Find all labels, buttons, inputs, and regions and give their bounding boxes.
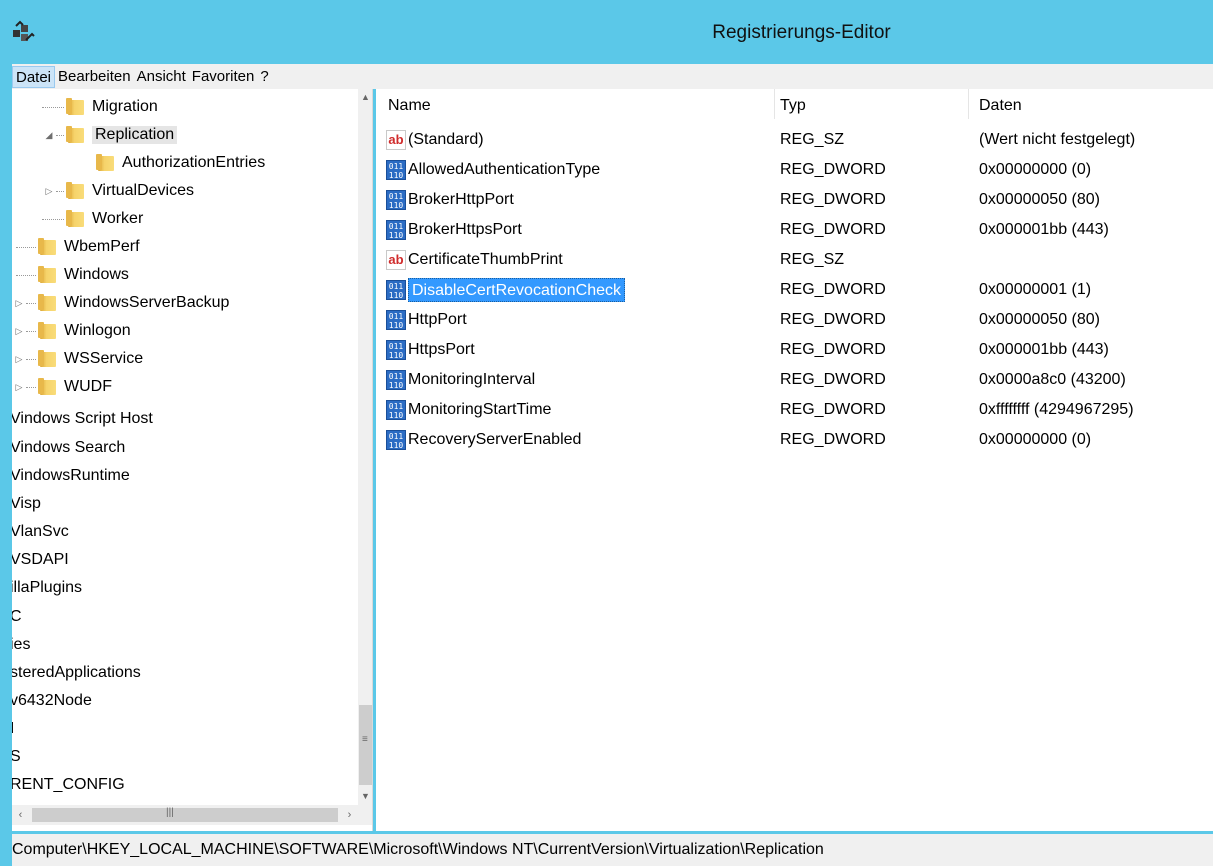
- scroll-thumb[interactable]: [32, 808, 338, 822]
- tree-item-system[interactable]: I: [12, 715, 14, 743]
- tree-horizontal-scrollbar[interactable]: ‹ ||| ›: [12, 805, 358, 825]
- scroll-up-icon[interactable]: ▲: [358, 89, 372, 106]
- binary-value-icon: 011 110: [386, 430, 406, 450]
- tree-item-replication[interactable]: ◢ Replication: [42, 121, 178, 149]
- binary-value-icon: 011 110: [386, 190, 406, 210]
- menu-bar: Datei Bearbeiten Ansicht Favoriten ?: [12, 64, 1213, 89]
- column-header-data[interactable]: Daten: [979, 95, 1022, 117]
- tree-item-authorizationentries[interactable]: AuthorizationEntries: [96, 149, 265, 177]
- tree-item-mozillaplugins[interactable]: illaPlugins: [12, 574, 82, 602]
- tree-item-windows[interactable]: Windows: [16, 261, 129, 289]
- folder-icon: [66, 182, 86, 200]
- string-value-icon: ab: [386, 250, 406, 270]
- menu-bearbeiten[interactable]: Bearbeiten: [55, 66, 134, 88]
- value-row[interactable]: 011 110 MonitoringStartTime REG_DWORD 0xff…: [386, 396, 1206, 424]
- tree-item-wudf[interactable]: ▷ WUDF: [12, 373, 112, 401]
- expand-icon[interactable]: ▷: [12, 382, 26, 393]
- grip-icon: ≡: [362, 734, 368, 745]
- binary-value-icon: 011 110: [386, 400, 406, 420]
- tree-item-windows-script-host[interactable]: Vindows Script Host: [12, 405, 153, 433]
- tree-item-users[interactable]: S: [12, 743, 21, 771]
- tree-item-current-config[interactable]: RENT_CONFIG: [12, 771, 125, 799]
- tree-item-wlansvc[interactable]: VlanSvc: [12, 518, 69, 546]
- value-row[interactable]: 011 110 MonitoringInterval REG_DWORD 0x000…: [386, 366, 1206, 394]
- value-row[interactable]: 011 110 BrokerHttpPort REG_DWORD 0x0000005…: [386, 186, 1206, 214]
- tree-item-wbemperf[interactable]: WbemPerf: [16, 233, 140, 261]
- tree-vertical-scrollbar[interactable]: ▲ ≡ ▼: [358, 89, 372, 805]
- string-value-icon: ab: [386, 130, 406, 150]
- tree-item-wsdapi[interactable]: VSDAPI: [12, 546, 69, 574]
- binary-value-icon: 011 110: [386, 340, 406, 360]
- column-divider[interactable]: [774, 89, 775, 119]
- expand-icon[interactable]: ▷: [12, 326, 26, 337]
- scroll-left-icon[interactable]: ‹: [12, 805, 29, 825]
- window-title: Registrierungs-Editor: [712, 22, 891, 43]
- folder-icon: [66, 210, 86, 228]
- tree-item-odbc[interactable]: C: [12, 603, 22, 631]
- tree-item-winlogon[interactable]: ▷ Winlogon: [12, 317, 131, 345]
- folder-icon: [38, 322, 58, 340]
- value-row[interactable]: 011 110 HttpsPort REG_DWORD 0x000001bb (44…: [386, 336, 1206, 364]
- folder-icon: [96, 154, 116, 172]
- menu-ansicht[interactable]: Ansicht: [134, 66, 189, 88]
- list-header: Name Typ Daten: [376, 89, 1213, 119]
- tree-item-windowsruntime[interactable]: VindowsRuntime: [12, 462, 130, 490]
- expand-icon[interactable]: ▷: [12, 298, 26, 309]
- status-bar-path: Computer\HKEY_LOCAL_MACHINE\SOFTWARE\Mic…: [12, 834, 1213, 866]
- value-row[interactable]: 011 110 HttpPort REG_DWORD 0x00000050 (80): [386, 306, 1206, 334]
- collapse-icon[interactable]: ◢: [42, 130, 56, 141]
- binary-value-icon: 011 110: [386, 310, 406, 330]
- value-row[interactable]: 011 110 BrokerHttpsPort REG_DWORD 0x000001…: [386, 216, 1206, 244]
- value-row[interactable]: 011 110 AllowedAuthenticationType REG_DWOR…: [386, 156, 1206, 184]
- binary-value-icon: 011 110: [386, 220, 406, 240]
- key-tree[interactable]: Migration ◢ Replication AuthorizationEnt…: [12, 89, 373, 831]
- tree-item-virtualdevices[interactable]: ▷ VirtualDevices: [42, 177, 194, 205]
- tree-item-wisp[interactable]: Visp: [12, 490, 41, 518]
- tree-item-policies[interactable]: ies: [12, 631, 30, 659]
- tree-item-wow6432node[interactable]: v6432Node: [12, 687, 92, 715]
- folder-icon: [38, 378, 58, 396]
- value-row[interactable]: 011 110 RecoveryServerEnabled REG_DWORD 0x…: [386, 426, 1206, 454]
- value-row-selected[interactable]: 011 110 DisableCertRevocationCheck REG_DWO…: [386, 276, 1206, 304]
- tree-item-registeredapplications[interactable]: steredApplications: [12, 659, 141, 687]
- expand-icon[interactable]: ▷: [12, 354, 26, 365]
- expand-icon[interactable]: ▷: [42, 186, 56, 197]
- folder-icon: [38, 294, 58, 312]
- scroll-corner: [358, 805, 372, 825]
- binary-value-icon: 011 110: [386, 280, 406, 300]
- menu-datei[interactable]: Datei: [12, 65, 56, 88]
- tree-item-windows-search[interactable]: Vindows Search: [12, 434, 125, 462]
- column-header-type[interactable]: Typ: [780, 95, 806, 117]
- value-list[interactable]: Name Typ Daten ab (Standard) REG_SZ (Wert…: [376, 89, 1213, 831]
- window-border: [0, 64, 12, 866]
- folder-icon: [66, 98, 86, 116]
- title-bar: Registrierungs-Editor: [0, 0, 1213, 64]
- value-row[interactable]: ab CertificateThumbPrint REG_SZ: [386, 246, 1206, 274]
- scroll-thumb[interactable]: [359, 705, 372, 785]
- binary-value-icon: 011 110: [386, 160, 406, 180]
- grip-icon: |||: [166, 807, 174, 818]
- tree-item-migration[interactable]: Migration: [42, 93, 158, 121]
- folder-icon: [66, 126, 86, 144]
- menu-favoriten[interactable]: Favoriten: [189, 66, 258, 88]
- tree-item-worker[interactable]: Worker: [42, 205, 143, 233]
- tree-item-wsservice[interactable]: ▷ WSService: [12, 345, 143, 373]
- column-divider[interactable]: [968, 89, 969, 119]
- binary-value-icon: 011 110: [386, 370, 406, 390]
- folder-icon: [38, 266, 58, 284]
- value-row[interactable]: ab (Standard) REG_SZ (Wert nicht festgele…: [386, 126, 1206, 154]
- scroll-right-icon[interactable]: ›: [341, 805, 358, 825]
- tree-item-windowsserverbackup[interactable]: ▷ WindowsServerBackup: [12, 289, 229, 317]
- folder-icon: [38, 238, 58, 256]
- folder-icon: [38, 350, 58, 368]
- column-header-name[interactable]: Name: [388, 95, 431, 117]
- menu-help[interactable]: ?: [257, 66, 271, 88]
- scroll-down-icon[interactable]: ▼: [358, 788, 372, 805]
